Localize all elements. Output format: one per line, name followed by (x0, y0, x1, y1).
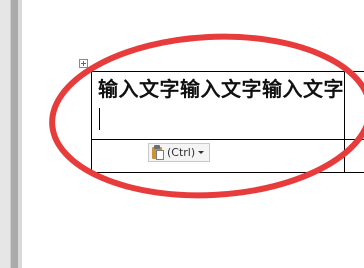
table-border-top (91, 71, 364, 72)
text-caret (99, 108, 100, 130)
clipboard-icon (151, 145, 165, 160)
table-border-bottom (91, 172, 364, 173)
table-move-handle-icon[interactable] (79, 59, 88, 68)
paste-options-label: (Ctrl) (167, 146, 196, 159)
document-page[interactable] (22, 0, 364, 268)
chevron-down-icon (198, 151, 205, 154)
table-cell-text[interactable]: 输入文字输入文字输入文字 (98, 74, 344, 134)
cell-text-content: 输入文字输入文字输入文字 (98, 77, 344, 101)
left-ruler (0, 0, 11, 268)
paste-options-button[interactable]: (Ctrl) (148, 143, 210, 162)
table-column-divider (344, 71, 345, 173)
table-border-left (91, 71, 92, 173)
table-row-divider (91, 139, 364, 140)
